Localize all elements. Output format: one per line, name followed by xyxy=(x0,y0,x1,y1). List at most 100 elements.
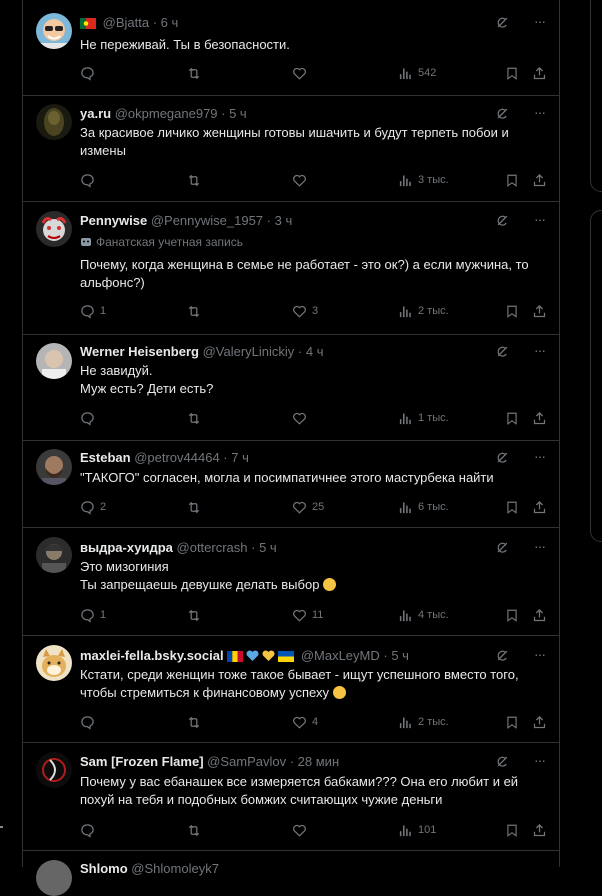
display-name[interactable]: maxlei-fella.bsky.social xyxy=(80,648,224,663)
timestamp[interactable]: 3 ч xyxy=(275,213,293,228)
grok-icon[interactable] xyxy=(495,540,510,560)
more-icon[interactable]: ··· xyxy=(534,753,546,767)
handle[interactable]: @SamPavlov xyxy=(207,754,286,769)
reply-button[interactable] xyxy=(80,409,100,427)
post-sam-frozen-flame[interactable]: Sam [Frozen Flame] @SamPavlov · 28 мин ·… xyxy=(23,742,559,851)
like-button[interactable] xyxy=(292,64,312,82)
like-button[interactable] xyxy=(292,821,312,839)
display-name[interactable]: Pennywise xyxy=(80,213,147,228)
avatar[interactable] xyxy=(36,13,72,49)
share-button[interactable] xyxy=(532,713,547,731)
bookmark-button[interactable] xyxy=(505,409,519,427)
share-button[interactable] xyxy=(532,409,547,427)
views-button[interactable]: 1 тыс. xyxy=(398,409,449,427)
fan-account-badge[interactable]: Фанатская учетная запись xyxy=(80,234,243,252)
post-esteban[interactable]: Esteban @petrov44464 · 7 ч ··· "ТАКОГО" … xyxy=(23,440,559,528)
bookmark-button[interactable] xyxy=(505,302,519,320)
bookmark-button[interactable] xyxy=(505,171,519,189)
avatar[interactable] xyxy=(36,449,72,485)
grok-icon[interactable] xyxy=(495,450,510,470)
bookmark-button[interactable] xyxy=(505,606,519,624)
grok-icon[interactable] xyxy=(495,648,510,668)
views-button[interactable]: 2 тыс. xyxy=(398,302,449,320)
grok-icon[interactable] xyxy=(495,344,510,364)
handle[interactable]: @okpmegane979 xyxy=(115,106,218,121)
handle[interactable]: @Shlomoleyk7 xyxy=(131,861,219,876)
post-pennywise[interactable]: Pennywise @Pennywise_1957 · 3 ч ··· Фана… xyxy=(23,201,559,335)
more-icon[interactable]: ··· xyxy=(534,343,546,357)
handle[interactable]: @MaxLeyMD xyxy=(301,648,380,663)
repost-button[interactable] xyxy=(186,713,207,731)
post-werner-heisenberg[interactable]: Werner Heisenberg @ValeryLinickiy · 4 ч … xyxy=(23,334,559,441)
grok-icon[interactable] xyxy=(495,106,510,126)
reply-button[interactable]: 1 xyxy=(80,302,106,320)
views-button[interactable]: 6 тыс. xyxy=(398,498,449,516)
repost-button[interactable] xyxy=(186,64,207,82)
display-name[interactable]: Werner Heisenberg xyxy=(80,344,199,359)
like-button[interactable]: 3 xyxy=(292,302,318,320)
like-button[interactable]: 4 xyxy=(292,713,318,731)
like-button[interactable]: 11 xyxy=(292,606,323,624)
share-button[interactable] xyxy=(532,171,547,189)
views-button[interactable]: 3 тыс. xyxy=(398,171,449,189)
post-vydra-huidra[interactable]: выдра-хуидра @ottercrash · 5 ч ··· Это м… xyxy=(23,527,559,636)
handle[interactable]: @petrov44464 xyxy=(134,450,219,465)
more-icon[interactable]: ··· xyxy=(534,449,546,463)
repost-button[interactable] xyxy=(186,606,207,624)
avatar[interactable] xyxy=(36,537,72,573)
share-button[interactable] xyxy=(532,302,547,320)
share-button[interactable] xyxy=(532,821,547,839)
bookmark-button[interactable] xyxy=(505,64,519,82)
share-button[interactable] xyxy=(532,606,547,624)
post-bjatta[interactable]: @Bjatta · 6 ч ··· Не переживай. Ты в без… xyxy=(23,0,559,96)
views-button[interactable]: 2 тыс. xyxy=(398,713,449,731)
timestamp[interactable]: 7 ч xyxy=(231,450,249,465)
avatar[interactable] xyxy=(36,752,72,788)
display-name[interactable]: Sam [Frozen Flame] xyxy=(80,754,204,769)
avatar[interactable] xyxy=(36,211,72,247)
reply-button[interactable]: 1 xyxy=(80,606,106,624)
grok-icon[interactable] xyxy=(495,754,510,774)
timestamp[interactable]: 6 ч xyxy=(161,15,179,30)
display-name[interactable]: Shlomo xyxy=(80,861,128,876)
views-button[interactable]: 4 тыс. xyxy=(398,606,449,624)
like-button[interactable] xyxy=(292,409,312,427)
more-icon[interactable]: ··· xyxy=(534,647,546,661)
like-button[interactable] xyxy=(292,171,312,189)
repost-button[interactable] xyxy=(186,171,207,189)
more-icon[interactable]: ··· xyxy=(534,212,546,226)
repost-button[interactable] xyxy=(186,821,207,839)
avatar[interactable] xyxy=(36,645,72,681)
more-icon[interactable]: ··· xyxy=(534,105,546,119)
reply-button[interactable] xyxy=(80,713,100,731)
repost-button[interactable] xyxy=(186,409,207,427)
timestamp[interactable]: 28 мин xyxy=(298,754,339,769)
share-button[interactable] xyxy=(532,64,547,82)
handle[interactable]: @ottercrash xyxy=(177,540,248,555)
handle[interactable]: @Bjatta xyxy=(103,15,149,30)
more-icon[interactable]: ··· xyxy=(534,14,546,28)
views-button[interactable]: 542 xyxy=(398,64,436,82)
reply-button[interactable] xyxy=(80,821,100,839)
handle[interactable]: @ValeryLinickiy xyxy=(203,344,295,359)
reply-button[interactable]: 2 xyxy=(80,498,106,516)
grok-icon[interactable] xyxy=(495,213,510,233)
post-shlomo[interactable]: Shlomo @Shlomoleyk7 xyxy=(23,850,559,896)
share-button[interactable] xyxy=(532,498,547,516)
like-button[interactable]: 25 xyxy=(292,498,324,516)
reply-button[interactable] xyxy=(80,64,100,82)
avatar[interactable] xyxy=(36,343,72,379)
grok-icon[interactable] xyxy=(495,15,510,35)
display-name[interactable]: выдра-хуидра xyxy=(80,540,173,555)
reply-button[interactable] xyxy=(80,171,100,189)
repost-button[interactable] xyxy=(186,498,207,516)
timestamp[interactable]: 5 ч xyxy=(229,106,247,121)
more-icon[interactable]: ··· xyxy=(534,539,546,553)
post-maxlei-fella[interactable]: maxlei-fella.bsky.social @MaxLeyMD · 5 ч… xyxy=(23,635,559,743)
handle[interactable]: @Pennywise_1957 xyxy=(151,213,263,228)
avatar[interactable] xyxy=(36,860,72,896)
bookmark-button[interactable] xyxy=(505,713,519,731)
timestamp[interactable]: 4 ч xyxy=(306,344,324,359)
timestamp[interactable]: 5 ч xyxy=(391,648,409,663)
repost-button[interactable] xyxy=(186,302,207,320)
